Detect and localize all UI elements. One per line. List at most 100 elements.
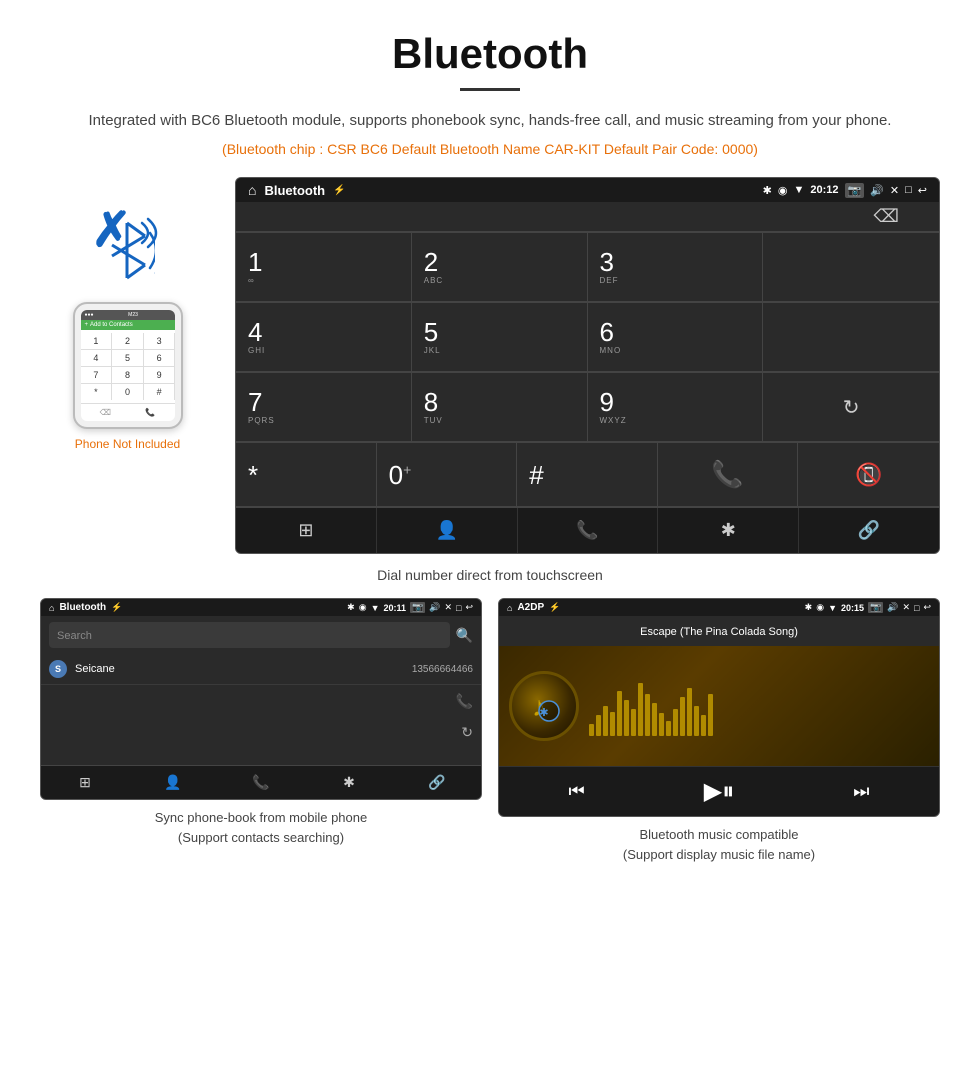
key-8[interactable]: 8 TUV [412,373,588,442]
phone-key-0: 0 [112,384,143,400]
pb-win-icon: □ [456,603,461,613]
eq-bar-16 [694,706,699,736]
eq-bar-5 [617,691,622,736]
pb-side-phone-icon[interactable]: 📞 [456,693,473,710]
music-status-left: ⌂ A2DP ⚡ [507,602,560,613]
pb-nav-bt[interactable]: ✱ [305,766,393,799]
eq-bar-11 [659,713,664,736]
dial-bottom-nav: ⊞ 👤 📞 ✱ 🔗 [236,507,939,553]
eq-bar-12 [666,721,671,736]
prev-button[interactable]: ⏮ [569,781,585,802]
eq-bar-15 [687,688,692,736]
status-right: ✱ ◉ ▼ 20:12 📷 🔊 ✕ □ ↩ [763,183,927,198]
music-status-right: ✱ ◉ ▼ 20:15 📷 🔊 ✕ □ ↩ [805,602,931,613]
key-hash[interactable]: # [517,443,658,507]
key-3[interactable]: 3 DEF [588,233,764,302]
pb-search-placeholder[interactable]: Search [57,630,92,642]
home-icon: ⌂ [248,182,256,198]
usb-icon: ⚡ [333,185,345,196]
eq-bar-6 [624,700,629,736]
dial-pad[interactable]: 1 ∞ 2 ABC 3 DEF 4 GHI [236,232,939,507]
eq-bar-4 [610,712,615,736]
pb-nav-person[interactable]: 👤 [129,766,217,799]
bt-symbol-svg [100,218,155,283]
phonebook-screen: ⌂ Bluetooth ⚡ ✱ ◉ ▼ 20:11 📷 🔊 ✕ □ ↩ [40,598,482,800]
pb-usb-icon: ⚡ [111,602,122,613]
nav-grid-icon[interactable]: ⊞ [236,508,377,553]
key-7[interactable]: 7 PQRS [236,373,412,442]
phonebook-caption: Sync phone-book from mobile phone (Suppo… [40,808,482,847]
key-5[interactable]: 5 JKL [412,303,588,372]
music-time: 20:15 [841,603,864,613]
phone-mockup: ●●● M23 + Add to Contacts 1 2 3 4 5 6 7 [73,302,183,429]
pb-search-row: Search 🔍 [41,616,481,654]
dial-row-4: * 0+ # 📞 📵 [236,442,939,507]
phonebook-caption-line1: Sync phone-book from mobile phone [155,810,367,825]
pb-cam-icon: 📷 [410,602,425,613]
page-title: Bluetooth [60,30,920,78]
pb-time: 20:11 [384,603,407,613]
pb-status-bar: ⌂ Bluetooth ⚡ ✱ ◉ ▼ 20:11 📷 🔊 ✕ □ ↩ [41,599,481,616]
pb-nav-phone[interactable]: 📞 [217,766,305,799]
key-4[interactable]: 4 GHI [236,303,412,372]
music-vol-icon: 🔊 [887,602,898,613]
pb-app-name: Bluetooth [59,602,106,613]
delete-button[interactable]: ⌫ [874,206,899,227]
key-empty-2 [763,303,939,372]
phonebook-item: ⌂ Bluetooth ⚡ ✱ ◉ ▼ 20:11 📷 🔊 ✕ □ ↩ [40,598,482,864]
play-pause-button[interactable]: ▶⏸ [704,777,734,806]
key-2[interactable]: 2 ABC [412,233,588,302]
title-section: Bluetooth Integrated with BC6 Bluetooth … [0,0,980,167]
pb-home-icon: ⌂ [49,603,54,613]
eq-bar-18 [708,694,713,736]
key-0[interactable]: 0+ [377,443,518,507]
key-6[interactable]: 6 MNO [588,303,764,372]
music-win-icon: □ [914,603,919,613]
key-1[interactable]: 1 ∞ [236,233,412,302]
phone-aside: ✗ [40,177,215,451]
eq-bar-14 [680,697,685,736]
pb-contact-row: S Seicane 13566664466 [41,654,481,685]
main-caption: Dial number direct from touchscreen [0,559,980,598]
music-signal-icon: ▼ [828,603,837,613]
music-bt-status-icon: ✱ [805,602,813,613]
music-controls: ⏮ ▶⏸ ⏭ [499,766,939,816]
pb-bt-icon: ✱ [347,602,355,613]
camera-status-icon: 📷 [845,183,865,198]
bt-status-icon: ✱ [763,184,772,197]
music-note-svg: ♪ ✱ [524,686,564,726]
nav-link-icon[interactable]: 🔗 [799,508,939,553]
pb-status-left: ⌂ Bluetooth ⚡ [49,602,122,613]
key-refresh[interactable]: ↻ [763,373,939,442]
key-star[interactable]: * [236,443,377,507]
pb-side-refresh-icon[interactable]: ↻ [461,724,473,741]
loc-icon: ◉ [778,184,788,197]
key-call-red[interactable]: 📵 [798,443,939,507]
phonebook-caption-line2: (Support contacts searching) [178,830,344,845]
pb-status-right: ✱ ◉ ▼ 20:11 📷 🔊 ✕ □ ↩ [347,602,473,613]
music-status-bar: ⌂ A2DP ⚡ ✱ ◉ ▼ 20:15 📷 🔊 ✕ □ ↩ [499,599,939,616]
pb-signal-icon: ▼ [371,603,380,613]
volume-status-icon: 🔊 [870,184,884,197]
dial-display: ⌫ [236,202,939,232]
next-button[interactable]: ⏭ [853,781,869,802]
phone-add-contacts: + Add to Contacts [81,320,175,330]
pb-back-icon: ↩ [465,602,473,613]
phone-screen: ●●● M23 + Add to Contacts 1 2 3 4 5 6 7 [81,310,175,421]
music-song-title-area: Escape (The Pina Colada Song) [499,616,939,646]
nav-phone-icon[interactable]: 📞 [518,508,659,553]
pb-contact-letter: S [49,660,67,678]
music-app-name: A2DP [517,602,544,613]
window-status-icon: □ [905,184,912,196]
pb-nav-grid[interactable]: ⊞ [41,766,129,799]
music-home-icon: ⌂ [507,603,512,613]
pb-nav-link[interactable]: 🔗 [393,766,481,799]
eq-bar-3 [603,706,608,736]
nav-bt-icon[interactable]: ✱ [658,508,799,553]
key-9[interactable]: 9 WXYZ [588,373,764,442]
subtitle-text: Integrated with BC6 Bluetooth module, su… [60,109,920,133]
pb-search-icon[interactable]: 🔍 [456,627,473,644]
nav-person-icon[interactable]: 👤 [377,508,518,553]
music-screen: ⌂ A2DP ⚡ ✱ ◉ ▼ 20:15 📷 🔊 ✕ □ ↩ E [498,598,940,817]
key-call-green[interactable]: 📞 [658,443,799,507]
